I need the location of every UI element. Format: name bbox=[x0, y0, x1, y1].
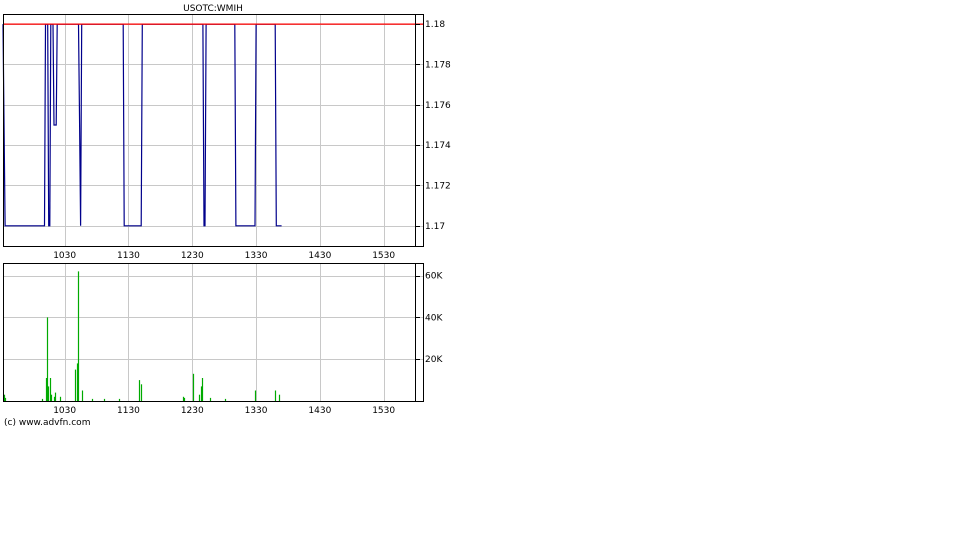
copyright-credit: (c) www.advfn.com bbox=[4, 418, 91, 428]
price-frame bbox=[3, 14, 424, 247]
price-x-tick-label: 1430 bbox=[308, 251, 331, 261]
price-y-tick-label: 1.172 bbox=[425, 181, 451, 191]
volume-x-tick-label: 1530 bbox=[372, 406, 395, 416]
volume-y-tick-label: 20K bbox=[425, 355, 443, 365]
volume-x-tick-label: 1230 bbox=[181, 406, 204, 416]
volume-x-tick-label: 1030 bbox=[53, 406, 76, 416]
price-y-tick-label: 1.178 bbox=[425, 60, 451, 70]
price-line bbox=[2, 23, 282, 227]
price-y-tick-label: 1.17 bbox=[425, 222, 445, 232]
volume-y-tick-label: 60K bbox=[425, 272, 443, 282]
price-x-tick-label: 1030 bbox=[53, 251, 76, 261]
price-panel: 1.17 1.172 1.174 1.176 1.178 1.18 1030 1130 1230… bbox=[2, 4, 451, 261]
intraday-chart: 1.17 1.172 1.174 1.176 1.178 1.18 1030 1130 1230… bbox=[2, 4, 451, 416]
price-x-tick-label: 1130 bbox=[117, 251, 140, 261]
price-x-tick-label: 1530 bbox=[372, 251, 395, 261]
price-x-tick-label: 1230 bbox=[181, 251, 204, 261]
volume-y-tick-label: 40K bbox=[425, 313, 443, 323]
price-y-tick-label: 1.174 bbox=[425, 141, 451, 151]
volume-x-tick-label: 1430 bbox=[308, 406, 331, 416]
volume-panel: 20K 40K 60K 1030 1130 1230 1330 1430 1530 bbox=[3, 263, 443, 416]
price-chart-title: USOTC:WMIH bbox=[183, 4, 243, 14]
price-y-tick-label: 1.18 bbox=[425, 20, 445, 30]
volume-x-tick-label: 1130 bbox=[117, 406, 140, 416]
price-y-tick-label: 1.176 bbox=[425, 101, 451, 111]
price-x-tick-label: 1330 bbox=[245, 251, 268, 261]
volume-frame bbox=[3, 263, 424, 402]
volume-x-tick-label: 1330 bbox=[245, 406, 268, 416]
